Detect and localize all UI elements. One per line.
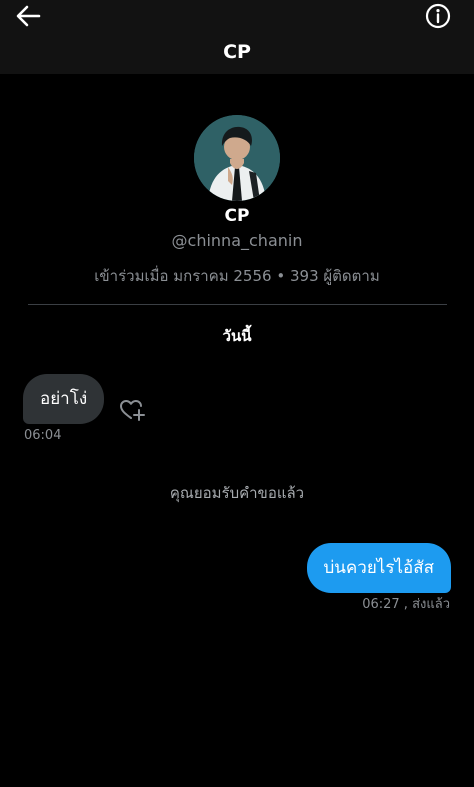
- follower-count[interactable]: 393 ผู้ติดตาม: [290, 267, 380, 285]
- conversation-title: CP: [223, 41, 251, 63]
- profile-name[interactable]: CP: [0, 205, 474, 227]
- meta-separator: •: [276, 267, 286, 285]
- incoming-message-time: 06:04: [24, 428, 62, 443]
- profile-divider: [28, 304, 447, 305]
- info-circle-icon: [425, 3, 451, 29]
- incoming-message[interactable]: อย่าโง่: [23, 374, 105, 424]
- heart-add-icon: [120, 400, 145, 421]
- avatar-image: [194, 115, 280, 201]
- join-date: เข้าร่วมเมื่อ มกราคม 2556: [94, 267, 272, 285]
- request-accepted-notice: คุณยอมรับคำขอแล้ว: [169, 484, 305, 502]
- avatar[interactable]: [194, 115, 280, 201]
- outgoing-message-status: 06:27 , ส่งแล้ว: [362, 597, 450, 612]
- outgoing-message[interactable]: บ่นควยไรไอ้สัส: [306, 543, 451, 593]
- profile-handle[interactable]: @chinna_chanin: [0, 231, 474, 251]
- profile-meta: เข้าร่วมเมื่อ มกราคม 2556 • 393 ผู้ติดตา…: [0, 265, 474, 287]
- arrow-left-icon: [16, 5, 41, 27]
- back-button[interactable]: [12, 2, 44, 30]
- top-bar: CP: [0, 0, 474, 74]
- add-reaction-button[interactable]: [118, 396, 148, 424]
- date-separator: วันนี้: [222, 327, 252, 345]
- info-button[interactable]: [424, 2, 452, 30]
